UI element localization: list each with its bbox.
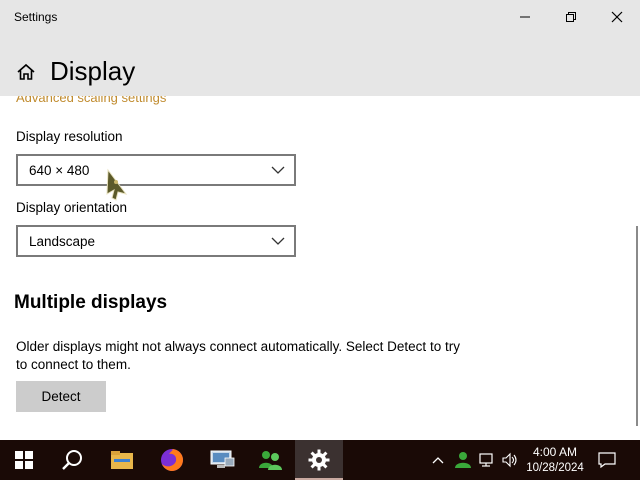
multiple-displays-description: Older displays might not always connect … [16, 339, 460, 372]
network-tray-button[interactable] [476, 440, 498, 480]
scrollbar[interactable] [636, 226, 638, 426]
advanced-scaling-link[interactable]: Advanced scaling settings [16, 96, 166, 105]
settings-content: Advanced scaling settings Display resolu… [0, 96, 640, 440]
volume-tray-button[interactable] [500, 440, 520, 480]
orientation-value: Landscape [29, 234, 96, 249]
show-hidden-icons-button[interactable] [428, 440, 448, 480]
folder-icon [111, 451, 133, 469]
resolution-dropdown[interactable]: 640 × 480 [16, 154, 296, 186]
start-button[interactable] [0, 440, 48, 480]
remote-desktop-icon [210, 450, 235, 468]
taskbar-remote-desktop[interactable] [198, 440, 246, 480]
minimize-icon [520, 16, 530, 18]
multiple-displays-heading: Multiple displays [14, 292, 168, 313]
maximize-button[interactable] [548, 0, 594, 34]
close-button[interactable] [594, 0, 640, 34]
restore-icon [566, 12, 576, 22]
people-icon [455, 452, 471, 468]
chevron-down-icon [271, 166, 285, 174]
minimize-button[interactable] [502, 0, 548, 34]
search-button[interactable] [48, 440, 96, 480]
home-icon[interactable] [16, 62, 36, 82]
orientation-dropdown[interactable]: Landscape [16, 225, 296, 257]
people-icon [259, 451, 282, 470]
taskbar-file-explorer[interactable] [98, 440, 146, 480]
taskbar-clock[interactable]: 4:00 AM 10/28/2024 [520, 444, 590, 476]
resolution-label: Display resolution [16, 129, 123, 144]
chevron-up-icon [432, 457, 444, 464]
speaker-icon [502, 452, 517, 468]
clock-time: 4:00 AM [532, 445, 578, 459]
taskbar-network-people[interactable] [246, 440, 294, 480]
clock-date: 10/28/2024 [526, 462, 584, 474]
mouse-cursor-icon [106, 168, 128, 201]
close-icon [611, 11, 623, 23]
page-title: Display [50, 56, 136, 86]
taskbar: 4:00 AM 10/28/2024 [0, 440, 640, 480]
windows-logo-icon [15, 451, 33, 469]
taskbar-firefox[interactable] [148, 440, 196, 480]
firefox-icon [161, 449, 183, 471]
action-center-button[interactable] [594, 440, 620, 480]
orientation-label: Display orientation [16, 200, 128, 215]
detect-button[interactable]: Detect [16, 381, 106, 412]
notification-icon [598, 452, 616, 468]
network-icon [479, 453, 493, 467]
search-icon [62, 450, 82, 470]
title-bar: Settings [0, 0, 640, 34]
gear-icon [308, 449, 330, 471]
tray-people-icon-button[interactable] [452, 440, 474, 480]
chevron-down-icon [271, 237, 285, 245]
page-header: Display [0, 34, 640, 96]
resolution-value: 640 × 480 [29, 163, 90, 178]
window-title: Settings [14, 10, 58, 24]
taskbar-settings[interactable] [295, 440, 343, 480]
